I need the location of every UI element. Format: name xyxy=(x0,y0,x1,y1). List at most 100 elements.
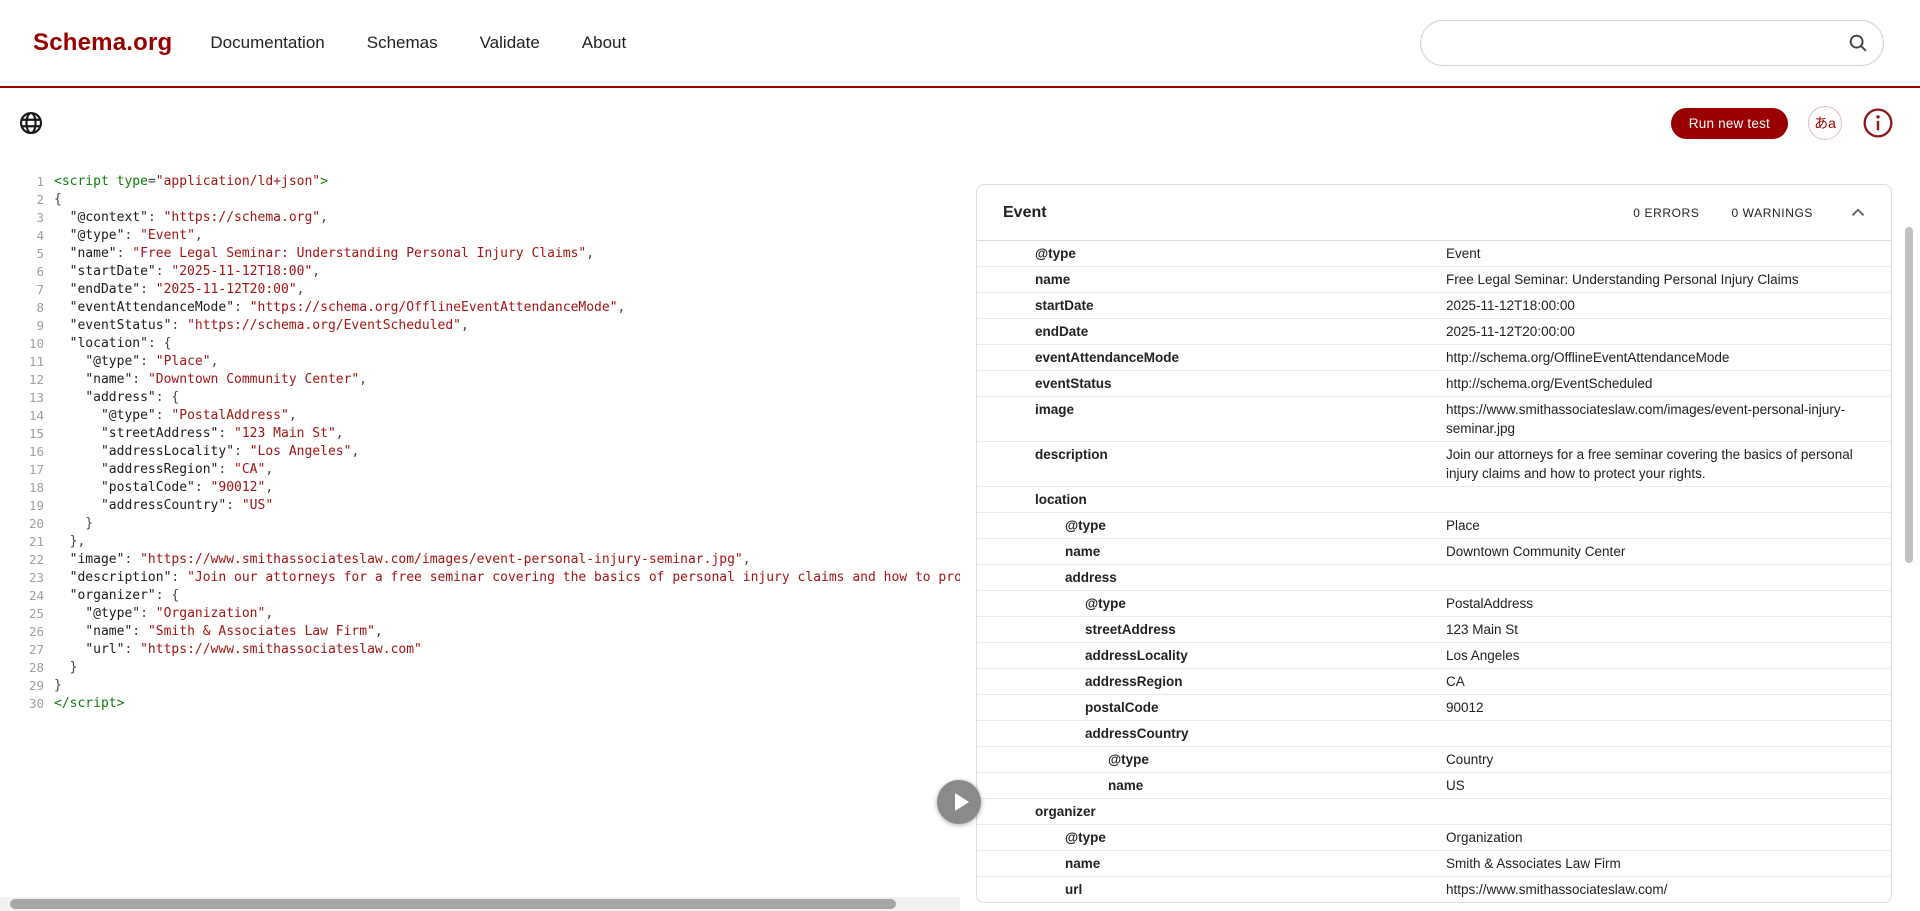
line-number: 2 xyxy=(0,191,44,209)
nav-item-documentation[interactable]: Documentation xyxy=(210,33,324,53)
line-number: 15 xyxy=(0,425,44,443)
info-icon xyxy=(1862,107,1894,139)
code-line-text: "@type": "Organization", xyxy=(54,605,273,623)
code-line: 10 "location": { xyxy=(0,335,960,353)
collapse-button[interactable] xyxy=(1847,202,1869,224)
run-new-test-button[interactable]: Run new test xyxy=(1671,108,1788,139)
property-row-type: @typePlace xyxy=(977,513,1891,539)
line-number: 19 xyxy=(0,497,44,515)
result-card-header: Event 0 ERRORS 0 WARNINGS xyxy=(977,185,1891,241)
code-line: 19 "addressCountry": "US" xyxy=(0,497,960,515)
line-number: 11 xyxy=(0,353,44,371)
vertical-scrollbar-thumb[interactable] xyxy=(1905,227,1913,563)
code-line-text: "address": { xyxy=(54,389,179,407)
search-input[interactable] xyxy=(1441,35,1847,52)
brand-logo[interactable]: Schema.org xyxy=(33,29,172,57)
line-number: 20 xyxy=(0,515,44,533)
code-line: 22 "image": "https://www.smithassociates… xyxy=(0,551,960,569)
line-number: 12 xyxy=(0,371,44,389)
nav-item-about[interactable]: About xyxy=(582,33,626,53)
header: Schema.org Documentation Schemas Validate A… xyxy=(0,0,1920,88)
property-value: Event xyxy=(1446,244,1891,263)
globe-icon xyxy=(18,110,44,136)
property-value: Join our attorneys for a free seminar co… xyxy=(1446,445,1891,483)
code-line-text: "name": "Smith & Associates Law Firm", xyxy=(54,623,383,641)
code-line-text: "name": "Downtown Community Center", xyxy=(54,371,367,389)
property-name: @type xyxy=(1085,594,1446,613)
code-line: 24 "organizer": { xyxy=(0,587,960,605)
info-button[interactable] xyxy=(1862,107,1894,139)
property-row-eventAttendanceMode: eventAttendanceModehttp://schema.org/Off… xyxy=(977,345,1891,371)
property-row-name: nameUS xyxy=(977,773,1891,799)
entity-type-title: Event xyxy=(1003,204,1047,222)
property-value: https://www.smithassociateslaw.com/ xyxy=(1446,880,1891,899)
code-line-text: "@type": "Place", xyxy=(54,353,218,371)
property-value: Los Angeles xyxy=(1446,646,1891,665)
code-editor[interactable]: 1<script type="application/ld+json">2{3 … xyxy=(0,158,960,897)
line-number: 7 xyxy=(0,281,44,299)
property-value: CA xyxy=(1446,672,1891,691)
property-value: 2025-11-12T20:00:00 xyxy=(1446,322,1891,341)
line-number: 21 xyxy=(0,533,44,551)
search-icon[interactable] xyxy=(1847,32,1869,54)
property-name: addressCountry xyxy=(1085,724,1446,743)
line-number: 23 xyxy=(0,569,44,587)
line-number: 25 xyxy=(0,605,44,623)
property-table: @typeEventnameFree Legal Seminar: Unders… xyxy=(977,241,1891,902)
property-name: streetAddress xyxy=(1085,620,1446,639)
chevron-up-icon xyxy=(1847,202,1869,224)
property-value: Place xyxy=(1446,516,1891,535)
code-line-text: "description": "Join our attorneys for a… xyxy=(54,569,960,587)
line-number: 16 xyxy=(0,443,44,461)
property-row-addressLocality: addressLocalityLos Angeles xyxy=(977,643,1891,669)
property-name: description xyxy=(1035,445,1446,464)
line-number: 10 xyxy=(0,335,44,353)
property-name: name xyxy=(1108,776,1446,795)
code-line-text: "addressCountry": "US" xyxy=(54,497,273,515)
horizontal-scrollbar[interactable] xyxy=(0,897,960,911)
fetch-url-tab-button[interactable] xyxy=(16,108,46,138)
code-line: 18 "postalCode": "90012", xyxy=(0,479,960,497)
property-name: @type xyxy=(1065,516,1446,535)
line-number: 5 xyxy=(0,245,44,263)
property-name: eventStatus xyxy=(1035,374,1446,393)
property-row-organizer: organizer xyxy=(977,799,1891,825)
code-line: 28 } xyxy=(0,659,960,677)
code-line-text: "@type": "Event", xyxy=(54,227,203,245)
property-row-addressCountry: addressCountry xyxy=(977,721,1891,747)
validator-content: 1<script type="application/ld+json">2{3 … xyxy=(0,158,1920,911)
code-line-text: "@context": "https://schema.org", xyxy=(54,209,328,227)
code-line-text: "startDate": "2025-11-12T18:00", xyxy=(54,263,320,281)
line-number: 22 xyxy=(0,551,44,569)
code-line-text: <script type="application/ld+json"> xyxy=(54,173,328,191)
code-line-text: } xyxy=(54,515,93,533)
horizontal-scrollbar-thumb[interactable] xyxy=(10,899,896,909)
code-line: 23 "description": "Join our attorneys fo… xyxy=(0,569,960,587)
line-number: 4 xyxy=(0,227,44,245)
property-value: 90012 xyxy=(1446,698,1891,717)
property-name: name xyxy=(1065,542,1446,561)
nav-item-schemas[interactable]: Schemas xyxy=(367,33,438,53)
property-value: Downtown Community Center xyxy=(1446,542,1891,561)
search-box[interactable] xyxy=(1420,20,1884,66)
play-icon xyxy=(955,793,969,811)
property-row-addressRegion: addressRegionCA xyxy=(977,669,1891,695)
code-line: 2{ xyxy=(0,191,960,209)
code-line-text: { xyxy=(54,191,62,209)
result-card: Event 0 ERRORS 0 WARNINGS @type Event name… xyxy=(976,184,1892,903)
code-line-text: }, xyxy=(54,533,85,551)
line-number: 28 xyxy=(0,659,44,677)
code-line: 14 "@type": "PostalAddress", xyxy=(0,407,960,425)
property-value: 2025-11-12T18:00:00 xyxy=(1446,296,1891,315)
line-number: 24 xyxy=(0,587,44,605)
property-row-name: nameFree Legal Seminar: Understanding Pe… xyxy=(977,267,1891,293)
run-play-button[interactable] xyxy=(937,780,981,824)
property-row-streetAddress: streetAddress123 Main St xyxy=(977,617,1891,643)
property-row-address: address xyxy=(977,565,1891,591)
property-row-location: location xyxy=(977,487,1891,513)
property-value: Free Legal Seminar: Understanding Person… xyxy=(1446,270,1891,289)
language-toggle-button[interactable]: あa xyxy=(1808,106,1842,140)
main-nav: Documentation Schemas Validate About xyxy=(210,33,626,53)
nav-item-validate[interactable]: Validate xyxy=(480,33,540,53)
property-row-name: nameDowntown Community Center xyxy=(977,539,1891,565)
